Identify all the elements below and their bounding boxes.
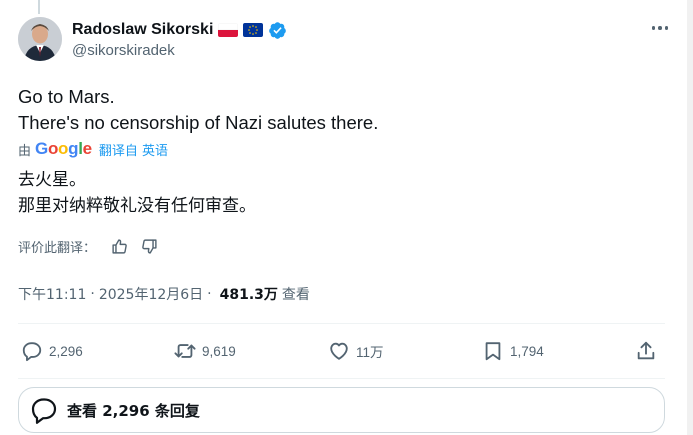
- google-logo: Google: [35, 139, 92, 158]
- author-handle[interactable]: @sikorskiradek: [72, 42, 175, 59]
- more-options-button[interactable]: [646, 17, 674, 39]
- verified-badge-icon: [268, 21, 287, 40]
- tweet-date[interactable]: 2025年12月6日: [99, 284, 203, 304]
- view-replies-label: 查看 2,296 条回复: [67, 401, 200, 420]
- action-bar: 2,296 9,619 11万 1,794: [18, 336, 665, 366]
- meta-separator: ·: [90, 286, 95, 302]
- scrollbar[interactable]: [687, 0, 693, 435]
- reply-icon: [22, 342, 42, 362]
- translated-text-line: 那里对纳粹敬礼没有任何审查。: [18, 196, 256, 216]
- tweet-meta: 下午11:11 · 2025年12月6日 · 481.3万 查看: [18, 284, 310, 304]
- translated-by-label: 由: [18, 143, 32, 159]
- thread-connector-line: [38, 0, 40, 14]
- author-name-row: Radoslaw Sikorski: [72, 19, 287, 41]
- translation-attribution: 由 Google 翻译自 英语: [18, 139, 168, 159]
- translated-text-line: 去火星。: [18, 170, 86, 190]
- thumbs-up-icon[interactable]: [108, 236, 130, 256]
- avatar[interactable]: [18, 17, 62, 61]
- poland-flag-icon: [218, 23, 239, 37]
- like-button[interactable]: 11万: [328, 336, 384, 366]
- bookmark-icon: [485, 342, 501, 361]
- tweet-text: Go to Mars. There's no censorship of Nazi…: [18, 84, 378, 136]
- tweet-text-line: Go to Mars.: [18, 86, 115, 107]
- share-icon: [637, 341, 655, 360]
- rate-translation-label: 评价此翻译：: [18, 240, 97, 256]
- repost-button[interactable]: 9,619: [174, 336, 236, 366]
- view-replies-button[interactable]: 查看 2,296 条回复: [18, 387, 665, 433]
- repost-icon: [174, 344, 196, 358]
- divider: [18, 378, 665, 379]
- heart-icon: [330, 342, 348, 360]
- bookmark-button[interactable]: 1,794: [482, 336, 544, 366]
- more-dot-icon: [658, 26, 662, 30]
- views-label: 查看: [281, 287, 310, 303]
- more-dot-icon: [664, 26, 669, 30]
- translated-text: 去火星。那里对纳粹敬礼没有任何审查。: [18, 167, 256, 219]
- share-button[interactable]: [635, 336, 657, 366]
- tweet-time[interactable]: 下午11:11: [18, 284, 86, 304]
- tweet-text-line: There's no censorship of Nazi salutes th…: [18, 112, 379, 133]
- bookmark-count: 1,794: [510, 343, 544, 359]
- like-count: 11万: [356, 345, 384, 360]
- reply-button[interactable]: 2,296: [21, 336, 83, 366]
- translated-from-link[interactable]: 翻译自 英语: [99, 140, 168, 159]
- reply-bubble-icon: [31, 398, 57, 424]
- eu-flag-icon: [243, 23, 264, 37]
- views-count: 481.3万: [219, 287, 278, 303]
- repost-count: 9,619: [202, 343, 236, 359]
- rate-translation-row: 评价此翻译：: [18, 236, 168, 256]
- more-dot-icon: [651, 26, 656, 30]
- reply-count: 2,296: [49, 343, 83, 359]
- tweet-header: Radoslaw Sikorski @sikorskiradek: [18, 17, 674, 67]
- thumbs-down-icon[interactable]: [138, 236, 160, 256]
- divider: [18, 323, 665, 324]
- author-display-name[interactable]: Radoslaw Sikorski: [72, 21, 213, 39]
- meta-separator: ·: [207, 286, 212, 302]
